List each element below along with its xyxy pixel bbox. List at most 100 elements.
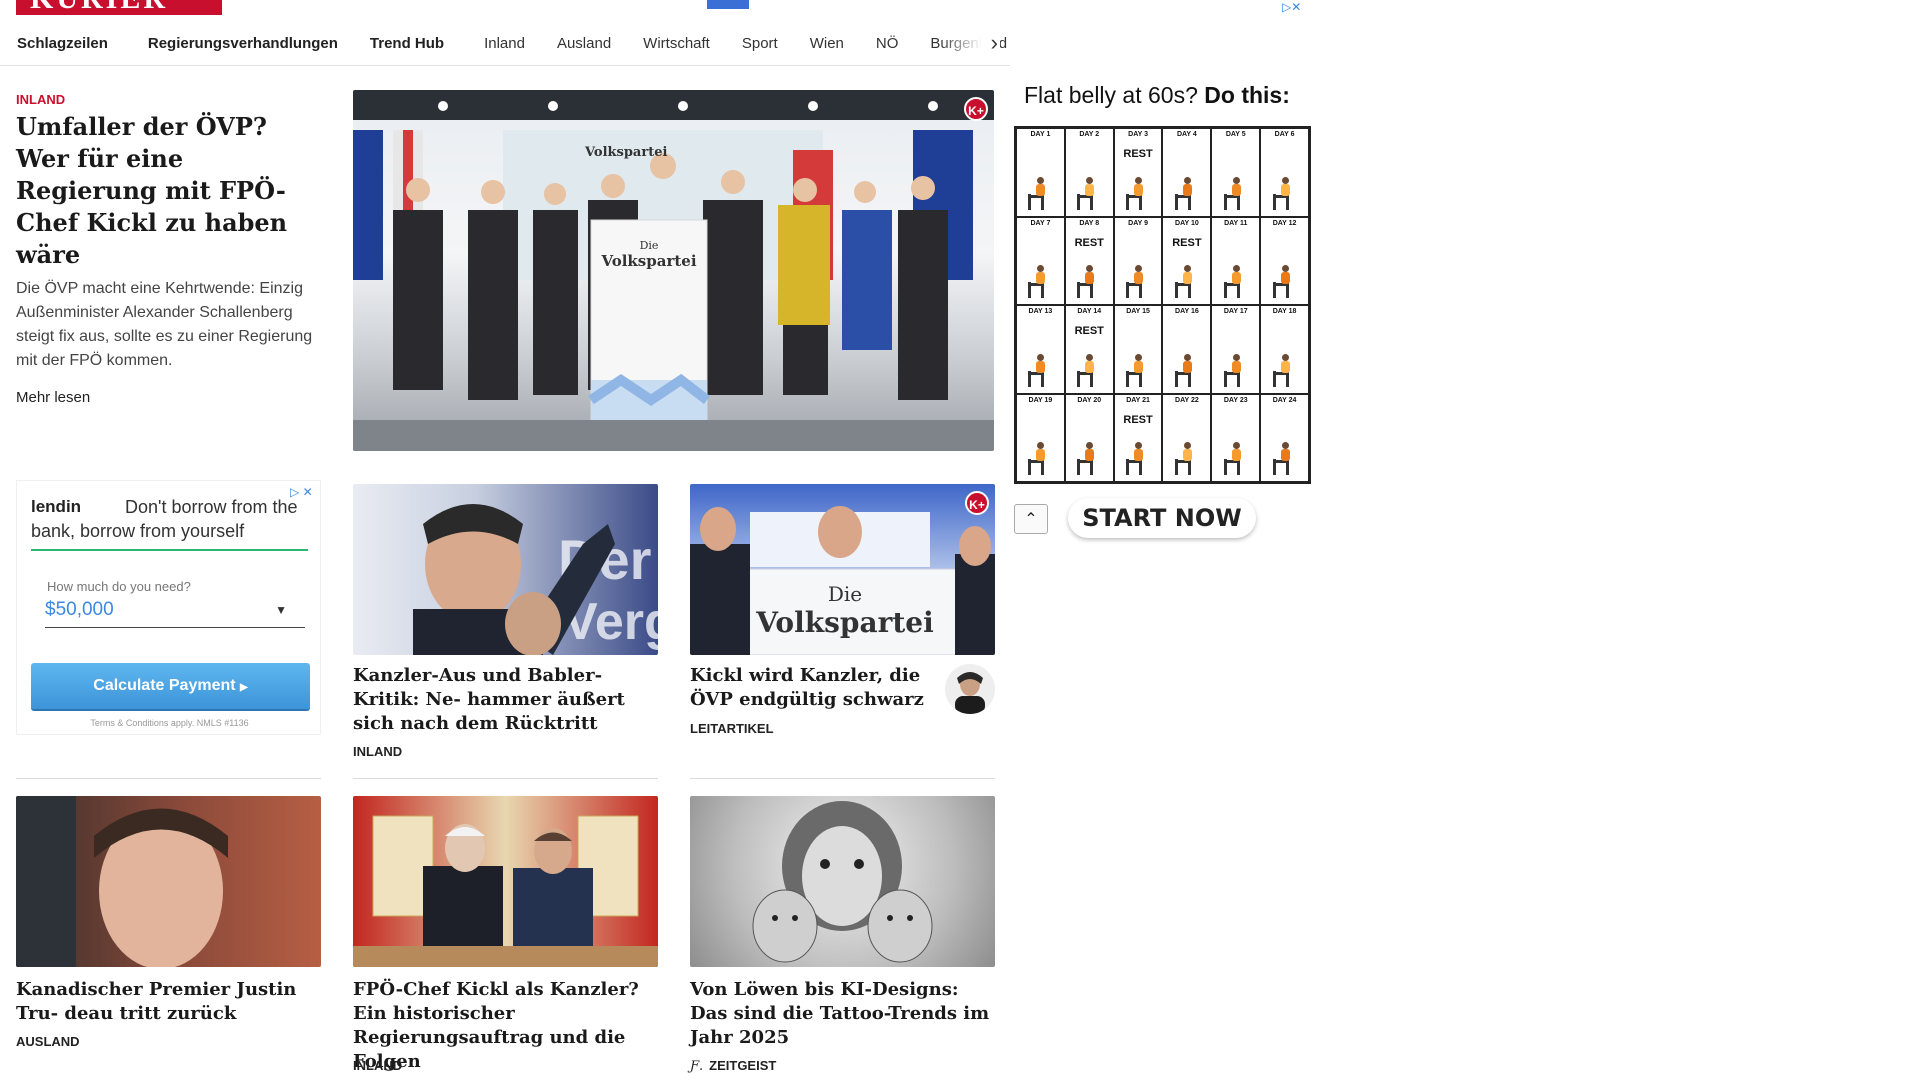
workout-day-cell[interactable]: DAY 18 xyxy=(1260,305,1309,394)
card-kicker-zeitgeist[interactable]: ƒ. ZEITGEIST xyxy=(690,1058,776,1074)
card-image-hofburg[interactable] xyxy=(353,796,658,967)
rest-day-label: REST xyxy=(1074,236,1104,249)
lead-kicker[interactable]: INLAND xyxy=(16,92,326,107)
fitness-ad-title-bold: Do this: xyxy=(1204,82,1290,108)
workout-day-label: DAY 20 xyxy=(1077,396,1102,404)
tattoo-photo-illustration xyxy=(752,801,933,963)
nav-item-schlagzeilen[interactable]: Schlagzeilen xyxy=(0,34,124,54)
workout-day-cell[interactable]: DAY 5 xyxy=(1211,128,1261,217)
workout-day-cell[interactable]: DAY 9 xyxy=(1113,216,1163,305)
workout-day-label: DAY 17 xyxy=(1223,308,1248,315)
card-image-trudeau[interactable] xyxy=(16,796,321,967)
card-title-trudeau[interactable]: Kanadischer Premier Justin Tru- deau tri… xyxy=(16,978,326,1026)
workout-day-cell[interactable]: DAY 19 xyxy=(1016,393,1065,482)
workout-day-cell[interactable]: DAY 11 xyxy=(1211,216,1261,305)
fitness-ad[interactable]: Flat belly at 60s? Do this: DAY 1 DAY 2 DA… xyxy=(1010,72,1312,602)
workout-day-cell[interactable]: DAY 10 REST xyxy=(1162,216,1212,305)
backdrop-sign: Volkspartei xyxy=(585,145,668,160)
card-title-tattoo-trends[interactable]: Von Löwen bis KI-Designs: Das sind die T… xyxy=(690,978,1000,1050)
card-image-volkspartei[interactable]: Die Volkspartei K+ xyxy=(690,484,995,655)
amount-select[interactable]: $50,000 ▼ xyxy=(45,599,305,628)
adchoices-icon[interactable]: ▷✕ xyxy=(1282,0,1301,14)
workout-day-cell[interactable]: DAY 7 xyxy=(1016,216,1065,305)
workout-day-cell[interactable]: DAY 14 REST xyxy=(1064,305,1114,394)
nav-item-ausland[interactable]: Ausland xyxy=(541,34,627,54)
ad-question-label: How much do you need? xyxy=(47,579,191,594)
workout-day-cell[interactable]: DAY 4 xyxy=(1162,128,1212,217)
lendin-ad[interactable]: Don't borrow from the bank, borrow from … xyxy=(16,480,321,735)
banner-big-text: Volkspartei xyxy=(756,606,934,639)
workout-day-label: DAY 9 xyxy=(1128,219,1148,227)
workout-day-cell[interactable]: DAY 6 xyxy=(1260,128,1309,217)
workout-day-label: DAY 23 xyxy=(1223,396,1248,404)
lead-photo-illustration xyxy=(353,90,994,451)
adchoices-icon[interactable]: ▷ ✕ xyxy=(290,485,313,499)
workout-day-cell[interactable]: DAY 23 xyxy=(1211,393,1261,482)
workout-day-label: DAY 11 xyxy=(1224,219,1248,227)
workout-day-label: DAY 24 xyxy=(1272,396,1297,404)
workout-day-cell[interactable]: DAY 2 xyxy=(1064,128,1114,217)
author-avatar[interactable] xyxy=(945,664,995,714)
workout-day-cell[interactable]: DAY 22 xyxy=(1162,393,1212,482)
podium-small-text: Die xyxy=(639,239,659,252)
ad-brand-logo[interactable]: lendin xyxy=(31,497,81,517)
workout-day-cell[interactable]: DAY 12 xyxy=(1260,216,1309,305)
nav-item-regierungsverhandlungen[interactable]: Regierungsverhandlungen xyxy=(132,34,354,54)
start-now-button[interactable]: START NOW xyxy=(1068,498,1256,538)
arrow-right-icon: ▶ xyxy=(240,682,248,693)
workout-day-cell[interactable]: DAY 17 xyxy=(1211,305,1261,394)
exercise-figure-icon xyxy=(1272,442,1297,475)
nav-item-wien[interactable]: Wien xyxy=(794,34,860,54)
read-more-link[interactable]: Mehr lesen xyxy=(16,389,326,406)
nav-item-wirtschaft[interactable]: Wirtschaft xyxy=(627,34,726,54)
workout-day-cell[interactable]: DAY 15 xyxy=(1113,305,1163,394)
kurier-logo[interactable]: KURIER xyxy=(16,0,222,15)
workout-day-label: DAY 22 xyxy=(1175,396,1199,404)
chevron-up-icon[interactable]: ⌃ xyxy=(1014,504,1048,534)
lead-headline[interactable]: Umfaller der ÖVP? Wer für eine Regierung… xyxy=(16,111,326,271)
workout-day-cell[interactable]: DAY 1 xyxy=(1016,128,1065,217)
nav-item-trend-hub[interactable]: Trend Hub xyxy=(354,34,460,54)
rest-day-label: REST xyxy=(1172,236,1202,249)
card-kicker-inland[interactable]: INLAND xyxy=(353,744,402,759)
workout-day-cell[interactable]: DAY 8 REST xyxy=(1064,216,1114,305)
card-kicker-leitartikel[interactable]: LEITARTIKEL xyxy=(690,721,774,736)
workout-day-label: DAY 2 xyxy=(1079,131,1100,138)
nav-item-inland[interactable]: Inland xyxy=(468,34,541,54)
exercise-figure-icon xyxy=(1223,265,1248,298)
card-image-tattoo[interactable] xyxy=(690,796,995,967)
workout-day-cell[interactable]: DAY 21 REST xyxy=(1113,393,1163,482)
exercise-figure-icon xyxy=(1126,265,1150,298)
exercise-figure-icon xyxy=(1272,265,1297,298)
ad-terms[interactable]: Terms & Conditions apply. NMLS #1136 xyxy=(17,718,322,728)
workout-calendar-grid[interactable]: DAY 1 DAY 2 DAY 3 REST DAY 4 DAY 5 DAY 6 DAY 7 D… xyxy=(1014,126,1311,484)
lead-podium-sign: Die Volkspartei xyxy=(591,239,707,270)
workout-day-cell[interactable]: DAY 13 xyxy=(1016,305,1065,394)
card-kicker-inland[interactable]: INLAND xyxy=(353,1058,402,1073)
nav-next-arrow-icon[interactable]: › xyxy=(991,30,998,56)
fitness-ad-title[interactable]: Flat belly at 60s? Do this: xyxy=(1024,82,1290,109)
workout-day-cell[interactable]: DAY 20 xyxy=(1064,393,1114,482)
workout-day-label: DAY 12 xyxy=(1272,219,1297,227)
lead-image[interactable]: Die Volkspartei Volkspartei K+ xyxy=(353,90,994,451)
exercise-figure-icon xyxy=(1126,442,1150,475)
card-title-kickl-kanzler[interactable]: Kickl wird Kanzler, die ÖVP endgültig sc… xyxy=(690,664,940,712)
workout-day-label: DAY 19 xyxy=(1028,396,1053,404)
lead-teaser: Die ÖVP macht eine Kehrtwende: Einzig Au… xyxy=(16,280,313,369)
banner-small-text: Die xyxy=(827,582,863,606)
card-title-nehammer[interactable]: Kanzler-Aus und Babler-Kritik: Ne- hamme… xyxy=(353,664,663,736)
divider xyxy=(353,778,658,779)
rest-day-label: REST xyxy=(1123,413,1153,426)
card-image-nehammer[interactable]: Der Verg xyxy=(353,484,658,655)
calculate-payment-button[interactable]: Calculate Payment ▶ xyxy=(31,663,310,709)
exercise-figure-icon xyxy=(1272,176,1297,210)
workout-day-cell[interactable]: DAY 24 xyxy=(1260,393,1309,482)
workout-day-cell[interactable]: DAY 16 xyxy=(1162,305,1212,394)
workout-day-label: DAY 14 xyxy=(1077,308,1102,315)
nav-item-sport[interactable]: Sport xyxy=(726,34,794,54)
nav-item-noe[interactable]: NÖ xyxy=(860,34,915,54)
workout-day-cell[interactable]: DAY 3 REST xyxy=(1113,128,1163,217)
rest-day-label: REST xyxy=(1074,325,1104,337)
card-kicker-ausland[interactable]: AUSLAND xyxy=(16,1034,80,1049)
zeitgeist-label: ZEITGEIST xyxy=(709,1058,777,1073)
